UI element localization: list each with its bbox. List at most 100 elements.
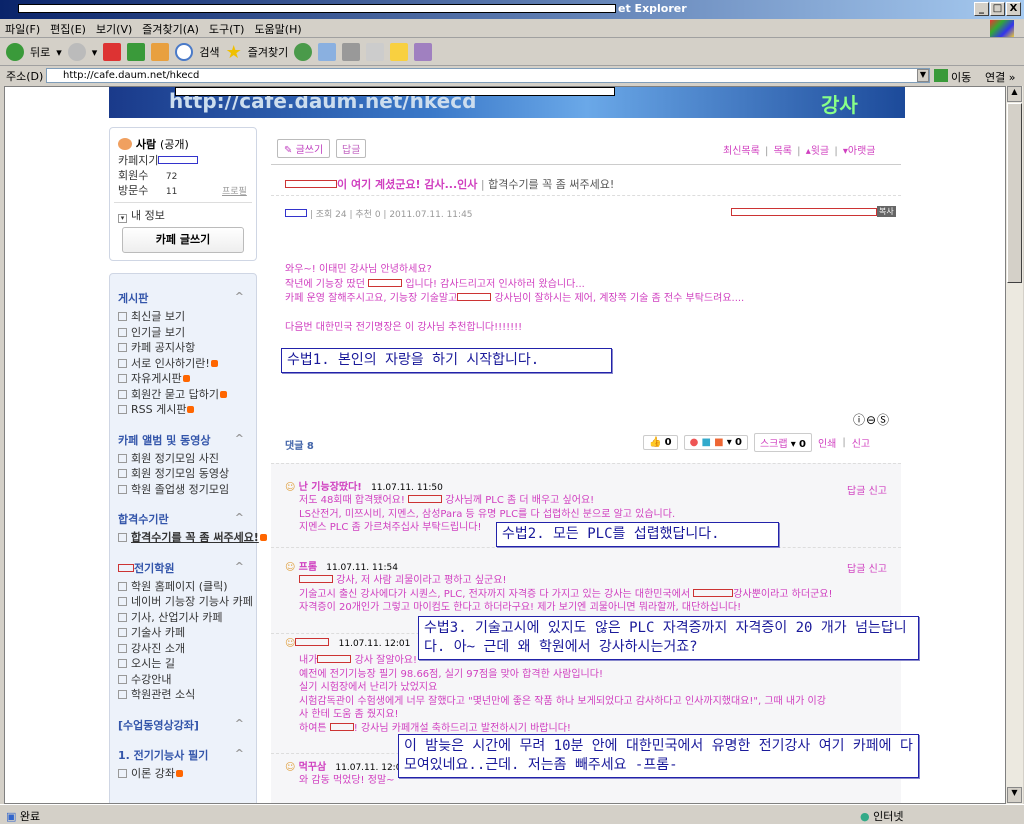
sidebar-item[interactable]: 회원 정기모임 사진 xyxy=(118,451,248,467)
research-icon[interactable] xyxy=(414,43,433,61)
sidebar-item[interactable]: 수강안내 xyxy=(118,672,248,688)
menu-edit[interactable]: 편집(E) xyxy=(45,19,91,39)
sidebar-item[interactable]: 합격수기를 꼭 좀 써주세요! xyxy=(118,530,267,546)
sidebar-item[interactable]: 자유게시판 xyxy=(118,371,248,387)
menu-help[interactable]: 도움말(H) xyxy=(249,19,306,39)
board-name[interactable]: 합격수기를 꼭 좀 써주세요! xyxy=(488,178,614,191)
sidebar-item[interactable]: 학원관련 소식 xyxy=(118,687,248,703)
board-icon xyxy=(118,469,127,478)
home-icon[interactable] xyxy=(151,43,170,61)
address-label: 주소(D) xyxy=(6,69,44,83)
comment-reply-link[interactable]: 답글 xyxy=(847,486,865,497)
back-button[interactable]: 뒤로 xyxy=(30,44,50,60)
scroll-thumb[interactable] xyxy=(1007,103,1022,283)
collapse-icon[interactable]: ^ xyxy=(235,747,244,760)
copy-url-button[interactable]: 복사 xyxy=(877,206,896,217)
profile-link[interactable]: 프로필 xyxy=(222,184,247,197)
search-button[interactable]: 검색 xyxy=(199,44,219,60)
sidebar-menu: 게시판 ^ 최신글 보기 인기글 보기 카페 공지사항 서로 인사하기란! 자유게시판 회원간… xyxy=(109,273,267,803)
edit-icon[interactable] xyxy=(366,43,385,61)
license-icons: ⓘ⊖Ⓢ xyxy=(853,413,891,427)
sidebar-item[interactable]: 네이버 기능장 기능사 카페 xyxy=(118,594,253,610)
links-button[interactable]: 연결 » xyxy=(985,69,1015,85)
go-icon[interactable] xyxy=(934,69,948,82)
sidebar-section-title[interactable]: 합격수기란 ^ xyxy=(118,511,248,527)
board-icon xyxy=(118,643,127,653)
address-input[interactable]: http://cafe.daum.net/hkecd xyxy=(46,68,930,83)
like-button[interactable]: 👍 0 xyxy=(643,435,678,450)
favorites-button[interactable]: 즐겨찾기 xyxy=(248,44,288,60)
sidebar-section-title[interactable]: 카페 앨범 및 동영상 ^ xyxy=(118,432,248,448)
sidebar-item[interactable]: 학원 졸업생 정기모임 xyxy=(118,482,248,498)
sidebar-item[interactable]: 오시는 길 xyxy=(118,656,248,672)
next-post-link[interactable]: 아랫글 xyxy=(848,146,876,157)
sidebar-section-title[interactable]: 전기학원 ^ xyxy=(118,560,248,576)
sidebar-item[interactable]: 카페 공지사항 xyxy=(118,340,248,356)
collapse-icon[interactable]: ^ xyxy=(235,511,244,524)
vertical-scrollbar[interactable]: ▲ ▼ xyxy=(1006,86,1023,804)
report-link[interactable]: 신고 xyxy=(852,435,870,450)
comment-reply-link[interactable]: 답글 xyxy=(847,564,865,575)
note-icon[interactable] xyxy=(390,43,409,61)
reply-button[interactable]: 답글 xyxy=(336,139,367,158)
avatar-icon xyxy=(118,138,132,150)
latest-list-link[interactable]: 최신목록 xyxy=(723,146,760,157)
search-icon[interactable] xyxy=(175,43,194,61)
comment-report-link[interactable]: 신고 xyxy=(869,564,887,575)
board-icon xyxy=(118,768,127,778)
share-button[interactable]: ● ■ ■ ▾ 0 xyxy=(683,435,748,450)
refresh-icon[interactable] xyxy=(127,43,146,61)
mail-icon[interactable] xyxy=(318,43,337,61)
print-icon[interactable] xyxy=(342,43,361,61)
sidebar-section-title[interactable]: 게시판 ^ xyxy=(118,290,248,306)
my-info-toggle[interactable]: ▾ 내 정보 xyxy=(118,208,165,224)
maximize-button[interactable]: □ xyxy=(990,2,1005,16)
collapse-icon[interactable]: ^ xyxy=(235,432,244,445)
sidebar-item[interactable]: 최신글 보기 xyxy=(118,309,248,325)
sidebar-item[interactable]: 강사진 소개 xyxy=(118,641,248,657)
board-icon xyxy=(118,343,127,352)
menu-favorites[interactable]: 즐겨찾기(A) xyxy=(137,19,204,39)
sidebar-item[interactable]: 서로 인사하기란! xyxy=(118,356,248,372)
sidebar-item[interactable]: 기술사 카페 xyxy=(118,625,248,641)
sidebar-section-title[interactable]: [수업동영상강좌] ^ xyxy=(118,717,248,733)
write-button[interactable]: ✎ 글쓰기 xyxy=(277,139,331,158)
scroll-down-button[interactable]: ▼ xyxy=(1007,787,1022,803)
forward-icon[interactable] xyxy=(67,43,86,61)
sidebar-item[interactable]: 기사, 산업기사 카페 xyxy=(118,610,248,626)
sidebar-item[interactable]: 회원간 묻고 답하기 xyxy=(118,387,248,403)
sidebar-item[interactable]: 인기글 보기 xyxy=(118,325,248,341)
prev-post-link[interactable]: 윗글 xyxy=(811,146,829,157)
post-date: 2011.07.11. 11:45 xyxy=(389,210,473,220)
board-icon xyxy=(118,628,127,637)
menu-view[interactable]: 보기(V) xyxy=(91,19,137,39)
sidebar-section-title[interactable]: 1. 전기기능사 필기 ^ xyxy=(118,747,248,763)
close-button[interactable]: X xyxy=(1006,2,1021,16)
address-dropdown[interactable]: ▼ xyxy=(917,69,929,82)
collapse-icon[interactable]: ^ xyxy=(235,560,244,573)
collapse-icon[interactable]: ^ xyxy=(235,717,244,730)
sidebar-item[interactable]: RSS 게시판 xyxy=(118,402,248,418)
sidebar-item[interactable]: 회원 정기모임 동영상 xyxy=(118,466,248,482)
favorites-icon[interactable]: ★ xyxy=(226,42,242,63)
go-button[interactable]: 이동 xyxy=(951,69,971,85)
sidebar-item[interactable]: 학원 홈페이지 (클릭) xyxy=(118,579,248,595)
history-icon[interactable] xyxy=(294,43,313,61)
menu-file[interactable]: 파일(F) xyxy=(0,19,45,39)
collapse-icon[interactable]: ^ xyxy=(235,290,244,303)
board-icon xyxy=(118,358,127,368)
address-bar: 주소(D) http://cafe.daum.net/hkecd ▼ 이동 연결… xyxy=(0,66,1024,85)
cafe-write-button[interactable]: 카페 글쓰기 xyxy=(122,227,244,253)
sidebar-item[interactable]: 이론 강좌 xyxy=(118,766,248,782)
print-link[interactable]: 인쇄 xyxy=(818,435,836,450)
stop-icon[interactable] xyxy=(103,43,122,61)
menu-tools[interactable]: 도구(T) xyxy=(204,19,250,39)
scroll-up-button[interactable]: ▲ xyxy=(1007,86,1022,102)
new-badge-icon xyxy=(182,375,190,382)
back-icon[interactable] xyxy=(6,43,24,61)
scrap-button[interactable]: 스크랩 ▾ 0 xyxy=(753,433,812,452)
board-icon xyxy=(118,597,127,606)
list-link[interactable]: 목록 xyxy=(774,146,792,157)
minimize-button[interactable]: _ xyxy=(974,2,989,16)
comment-report-link[interactable]: 신고 xyxy=(869,486,887,497)
